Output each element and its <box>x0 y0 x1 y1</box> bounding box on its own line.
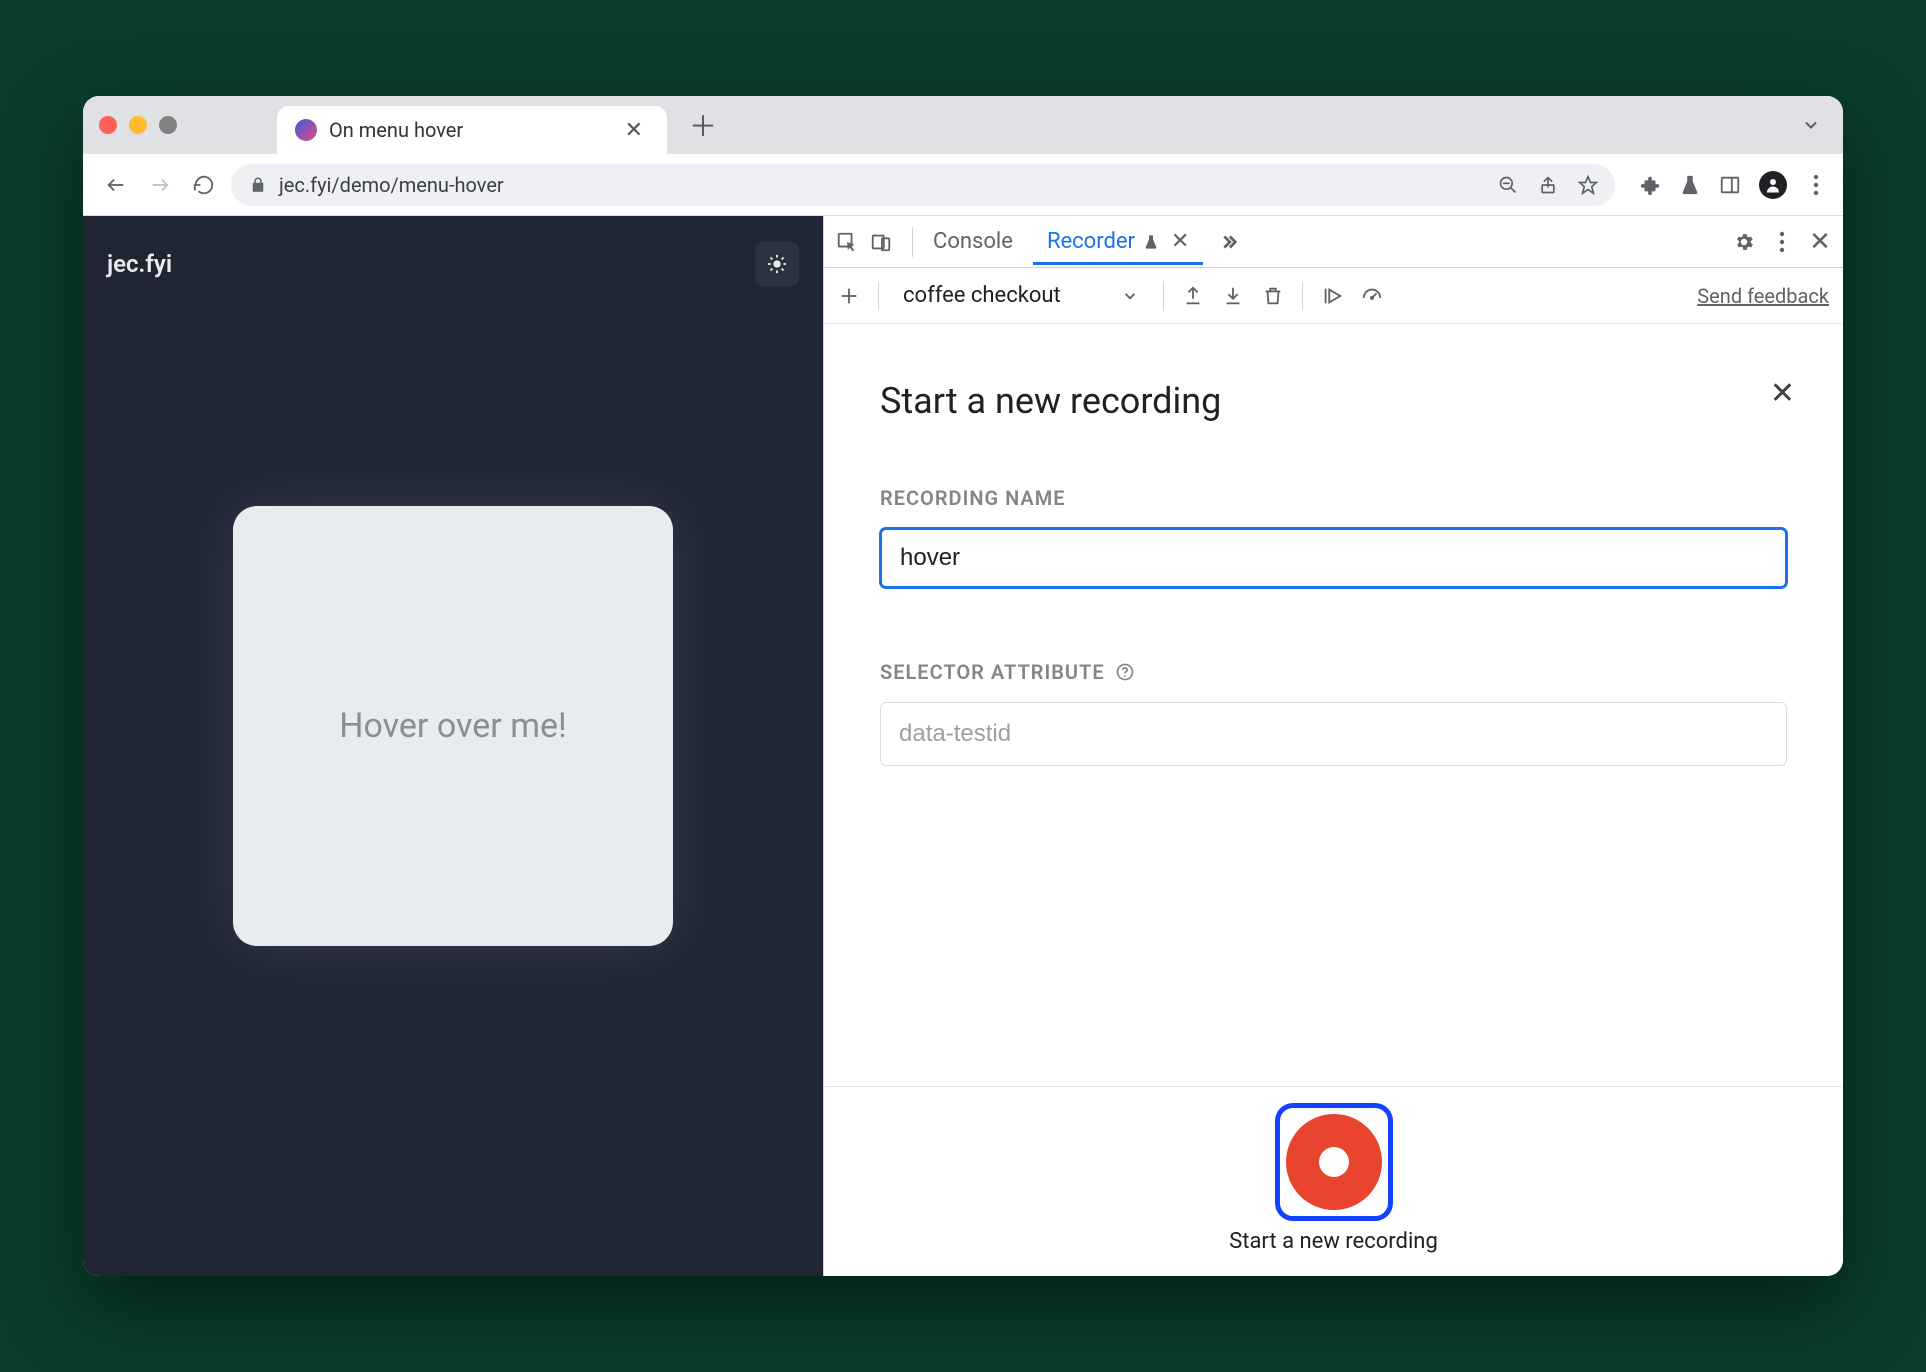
devtools-tabbar-right: ✕ <box>1733 231 1831 253</box>
page-viewport: jec.fyi Hover over me! <box>83 216 823 1276</box>
panel-title: Start a new recording <box>880 380 1787 422</box>
labs-icon[interactable] <box>1679 174 1701 196</box>
maximize-window-button[interactable] <box>159 116 177 134</box>
record-button-highlight <box>1275 1103 1393 1221</box>
record-button[interactable] <box>1286 1114 1382 1210</box>
toolbar-actions <box>1639 171 1827 199</box>
send-feedback-link[interactable]: Send feedback <box>1697 284 1829 308</box>
page-header: jec.fyi <box>107 242 799 286</box>
zoom-out-icon[interactable] <box>1497 174 1519 196</box>
selector-attribute-input[interactable] <box>880 702 1787 766</box>
browser-tab[interactable]: On menu hover ✕ <box>277 106 667 154</box>
titlebar: On menu hover ✕ ＋ <box>83 96 1843 154</box>
performance-icon[interactable] <box>1361 285 1383 307</box>
browser-window: On menu hover ✕ ＋ jec.fyi/demo/menu-hove… <box>83 96 1843 1276</box>
site-brand[interactable]: jec.fyi <box>107 250 172 278</box>
tab-favicon <box>295 119 317 141</box>
toolbar: jec.fyi/demo/menu-hover <box>83 154 1843 216</box>
device-toggle-icon[interactable] <box>870 231 892 253</box>
lock-icon <box>247 174 269 196</box>
replay-icon[interactable] <box>1321 285 1343 307</box>
tab-console[interactable]: Console <box>919 219 1027 264</box>
menu-icon[interactable] <box>1805 174 1827 196</box>
import-icon[interactable] <box>1222 285 1244 307</box>
new-recording-icon[interactable] <box>838 285 860 307</box>
close-devtools-icon[interactable]: ✕ <box>1809 231 1831 253</box>
address-bar[interactable]: jec.fyi/demo/menu-hover <box>231 164 1615 206</box>
close-panel-icon[interactable]: ✕ <box>1770 376 1795 411</box>
recording-dropdown-label: coffee checkout <box>903 283 1061 308</box>
settings-icon[interactable] <box>1733 231 1755 253</box>
share-icon[interactable] <box>1537 174 1559 196</box>
record-footer: Start a new recording <box>824 1086 1843 1276</box>
recording-dropdown[interactable]: coffee checkout <box>897 279 1145 312</box>
selector-attribute-label-text: SELECTOR ATTRIBUTE <box>880 660 1105 684</box>
flask-icon <box>1143 234 1159 250</box>
minimize-window-button[interactable] <box>129 116 147 134</box>
export-icon[interactable] <box>1182 285 1204 307</box>
url-text: jec.fyi/demo/menu-hover <box>279 173 504 197</box>
record-button-label: Start a new recording <box>1229 1229 1438 1254</box>
new-recording-panel: Start a new recording ✕ RECORDING NAME S… <box>824 324 1843 1086</box>
hover-card[interactable]: Hover over me! <box>233 506 673 946</box>
devtools-tabbar: Console Recorder ✕ ✕ <box>824 216 1843 268</box>
tab-recorder-label: Recorder <box>1047 229 1135 254</box>
theme-toggle-button[interactable] <box>755 242 799 286</box>
delete-icon[interactable] <box>1262 285 1284 307</box>
recorder-toolbar: coffee checkout Send feedback <box>824 268 1843 324</box>
record-icon <box>1319 1147 1349 1177</box>
more-tabs-icon[interactable] <box>1217 231 1239 253</box>
close-window-button[interactable] <box>99 116 117 134</box>
content-area: jec.fyi Hover over me! Console Recorder … <box>83 216 1843 1276</box>
bookmark-icon[interactable] <box>1577 174 1599 196</box>
reload-button[interactable] <box>187 168 221 202</box>
close-tab-icon[interactable]: ✕ <box>1171 229 1189 254</box>
selector-attribute-label: SELECTOR ATTRIBUTE <box>880 660 1787 684</box>
tabs-overflow-icon[interactable] <box>1795 109 1827 141</box>
back-button[interactable] <box>99 168 133 202</box>
divider <box>1163 281 1164 311</box>
devtools-panel: Console Recorder ✕ ✕ coffee checkout <box>823 216 1843 1276</box>
recording-name-input[interactable] <box>880 528 1787 588</box>
window-controls <box>99 116 177 134</box>
close-tab-icon[interactable]: ✕ <box>619 116 649 145</box>
new-tab-button[interactable]: ＋ <box>679 101 727 149</box>
inspect-icon[interactable] <box>836 231 858 253</box>
extensions-icon[interactable] <box>1639 174 1661 196</box>
help-icon[interactable] <box>1115 662 1135 682</box>
recording-name-label: RECORDING NAME <box>880 486 1787 510</box>
profile-icon[interactable] <box>1759 171 1787 199</box>
panel-icon[interactable] <box>1719 174 1741 196</box>
divider <box>912 227 913 257</box>
omnibox-actions <box>1497 174 1599 196</box>
tab-title: On menu hover <box>329 118 607 142</box>
forward-button[interactable] <box>143 168 177 202</box>
hover-card-text: Hover over me! <box>339 706 567 746</box>
divider <box>878 281 879 311</box>
tab-recorder[interactable]: Recorder ✕ <box>1033 219 1204 264</box>
kebab-icon[interactable] <box>1771 231 1793 253</box>
divider <box>1302 281 1303 311</box>
